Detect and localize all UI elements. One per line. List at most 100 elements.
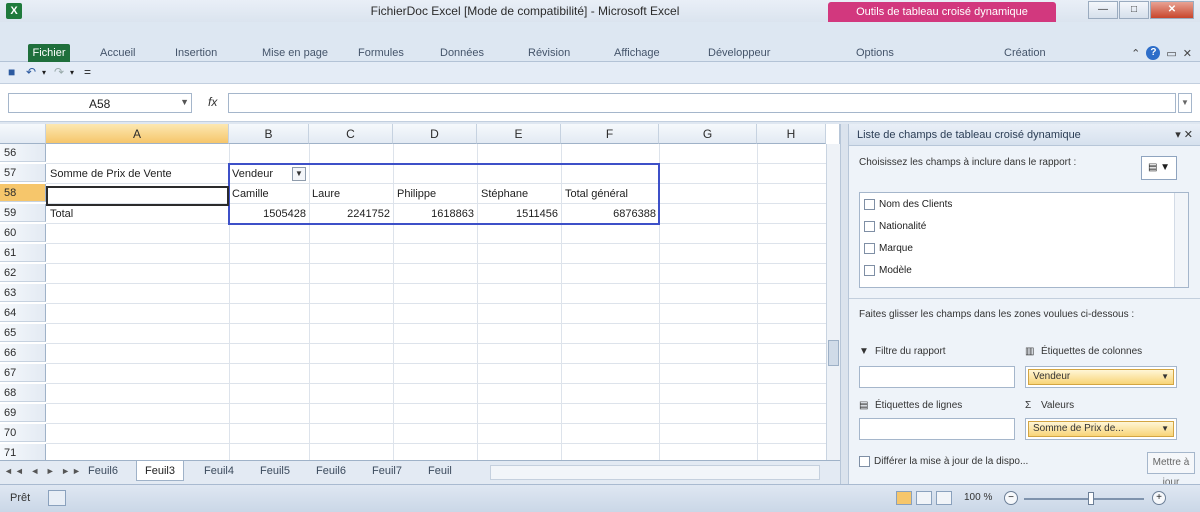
checkbox[interactable] [864,265,875,276]
column-header-e[interactable]: E [477,124,561,144]
zoom-slider-handle[interactable] [1088,492,1094,505]
column-header-c[interactable]: C [309,124,393,144]
sheet-tab[interactable]: Feuil6 [308,461,354,481]
undo-dropdown-icon[interactable]: ▾ [42,68,46,77]
row-header-70[interactable]: 70 [0,424,46,442]
checkbox[interactable] [864,243,875,254]
row-header-61[interactable]: 61 [0,244,46,262]
tab-accueil[interactable]: Accueil [100,47,135,59]
tab-affichage[interactable]: Affichage [614,47,660,59]
tab-developpeur[interactable]: Développeur [708,47,770,59]
zoom-level[interactable]: 100 % [964,492,992,503]
zoom-in-button[interactable]: + [1152,491,1166,505]
redo-icon[interactable]: ↷ [54,65,64,79]
page-layout-view-button[interactable] [916,491,932,505]
row-header-60[interactable]: 60 [0,224,46,242]
row-header-64[interactable]: 64 [0,304,46,322]
tab-revision[interactable]: Révision [528,47,570,59]
panel-close-icon[interactable]: ▾ ✕ [1175,128,1193,141]
page-break-view-button[interactable] [936,491,952,505]
minimize-button[interactable]: — [1088,1,1118,19]
list-item[interactable]: Nom des Clients [864,199,952,210]
tab-insertion[interactable]: Insertion [175,47,217,59]
list-item[interactable]: Modèle [864,265,912,276]
checkbox[interactable] [864,199,875,210]
sheet-tab[interactable]: Feuil6 [80,461,126,481]
tab-formules[interactable]: Formules [358,47,404,59]
checkbox[interactable] [864,221,875,232]
normal-view-button[interactable] [896,491,912,505]
redo-dropdown-icon[interactable]: ▾ [70,68,74,77]
row-header-62[interactable]: 62 [0,264,46,282]
checkbox[interactable] [859,456,870,467]
pivot-value-label[interactable]: Somme de Prix de Vente [50,165,228,183]
sheet-navigation-arrows[interactable]: ◄◄ ◄ ► ►► [4,466,83,476]
row-header-58[interactable]: 58 [0,184,46,202]
vertical-scrollbar[interactable] [826,144,840,460]
close-workbook-icon[interactable]: ✕ [1183,47,1192,60]
column-header-b[interactable]: B [229,124,309,144]
name-box[interactable]: A58 ▼ [8,93,192,113]
row-header-67[interactable]: 67 [0,364,46,382]
collapse-ribbon-icon[interactable]: ⌃ [1131,47,1140,60]
pivot-row-label[interactable]: Total [50,205,228,223]
row-header-59[interactable]: 59 [0,204,46,222]
zoom-slider[interactable] [1024,498,1144,500]
column-header-d[interactable]: D [393,124,477,144]
column-header-g[interactable]: G [659,124,757,144]
sheet-tab[interactable]: Feuil [420,461,460,481]
column-field-pill[interactable]: Vendeur ▼ [1028,369,1174,385]
sheet-tab[interactable]: Feuil7 [364,461,410,481]
tab-options[interactable]: Options [856,47,894,59]
zoom-out-button[interactable]: − [1004,491,1018,505]
expand-formula-bar-icon[interactable]: ▼ [1178,93,1192,113]
column-header-h[interactable]: H [757,124,826,144]
insert-function-icon[interactable]: fx [208,95,217,109]
close-button[interactable]: ✕ [1150,1,1194,19]
row-header-57[interactable]: 57 [0,164,46,182]
column-header-a[interactable]: A [46,124,229,144]
sheet-tab[interactable]: Feuil5 [252,461,298,481]
values-field-pill[interactable]: Somme de Prix de... ▼ [1028,421,1174,437]
row-header-56[interactable]: 56 [0,144,46,162]
restore-workbook-icon[interactable]: ▭ [1166,47,1176,60]
update-button[interactable]: Mettre à jour [1147,452,1195,488]
sheet-tab-active[interactable]: Feuil3 [136,461,184,481]
list-item[interactable]: Nationalité [864,221,926,232]
tab-mise-en-page[interactable]: Mise en page [262,47,328,59]
macro-record-icon[interactable] [48,490,66,506]
field-list-scrollbar[interactable] [1174,193,1188,287]
chevron-down-icon[interactable]: ▼ [1161,370,1169,384]
divider [849,298,1200,299]
column-header-f[interactable]: F [561,124,659,144]
sheet-tab[interactable]: Feuil4 [196,461,242,481]
help-icon[interactable]: ? [1146,46,1161,60]
tab-file[interactable]: Fichier [28,44,70,62]
defer-update-option[interactable]: Différer la mise à jour de la dispo... [859,456,1028,467]
row-labels-area[interactable] [859,418,1015,440]
column-labels-area[interactable]: Vendeur ▼ [1025,366,1177,388]
customize-qat-icon[interactable]: = [84,65,91,79]
report-filter-area[interactable] [859,366,1015,388]
chevron-down-icon[interactable]: ▼ [180,97,189,107]
row-header-63[interactable]: 63 [0,284,46,302]
chevron-down-icon[interactable]: ▼ [1161,422,1169,436]
tab-creation[interactable]: Création [1004,47,1046,59]
field-list-layout-button[interactable]: ▤ ▼ [1141,156,1177,180]
formula-input[interactable] [228,93,1176,113]
row-header-68[interactable]: 68 [0,384,46,402]
row-header-69[interactable]: 69 [0,404,46,422]
panel-splitter[interactable] [840,124,848,484]
list-item[interactable]: Marque [864,243,913,254]
horizontal-scrollbar[interactable] [490,465,820,480]
select-all-corner[interactable] [0,124,46,144]
undo-icon[interactable]: ↶ [26,65,36,79]
scrollbar-thumb[interactable] [828,340,839,366]
worksheet-grid[interactable]: A B C D E F G H 56 57 58 59 60 61 62 63 … [0,124,840,464]
save-icon[interactable]: ■ [8,65,15,79]
values-area[interactable]: Somme de Prix de... ▼ [1025,418,1177,440]
maximize-button[interactable]: □ [1119,1,1149,19]
row-header-65[interactable]: 65 [0,324,46,342]
tab-donnees[interactable]: Données [440,47,484,59]
row-header-66[interactable]: 66 [0,344,46,362]
